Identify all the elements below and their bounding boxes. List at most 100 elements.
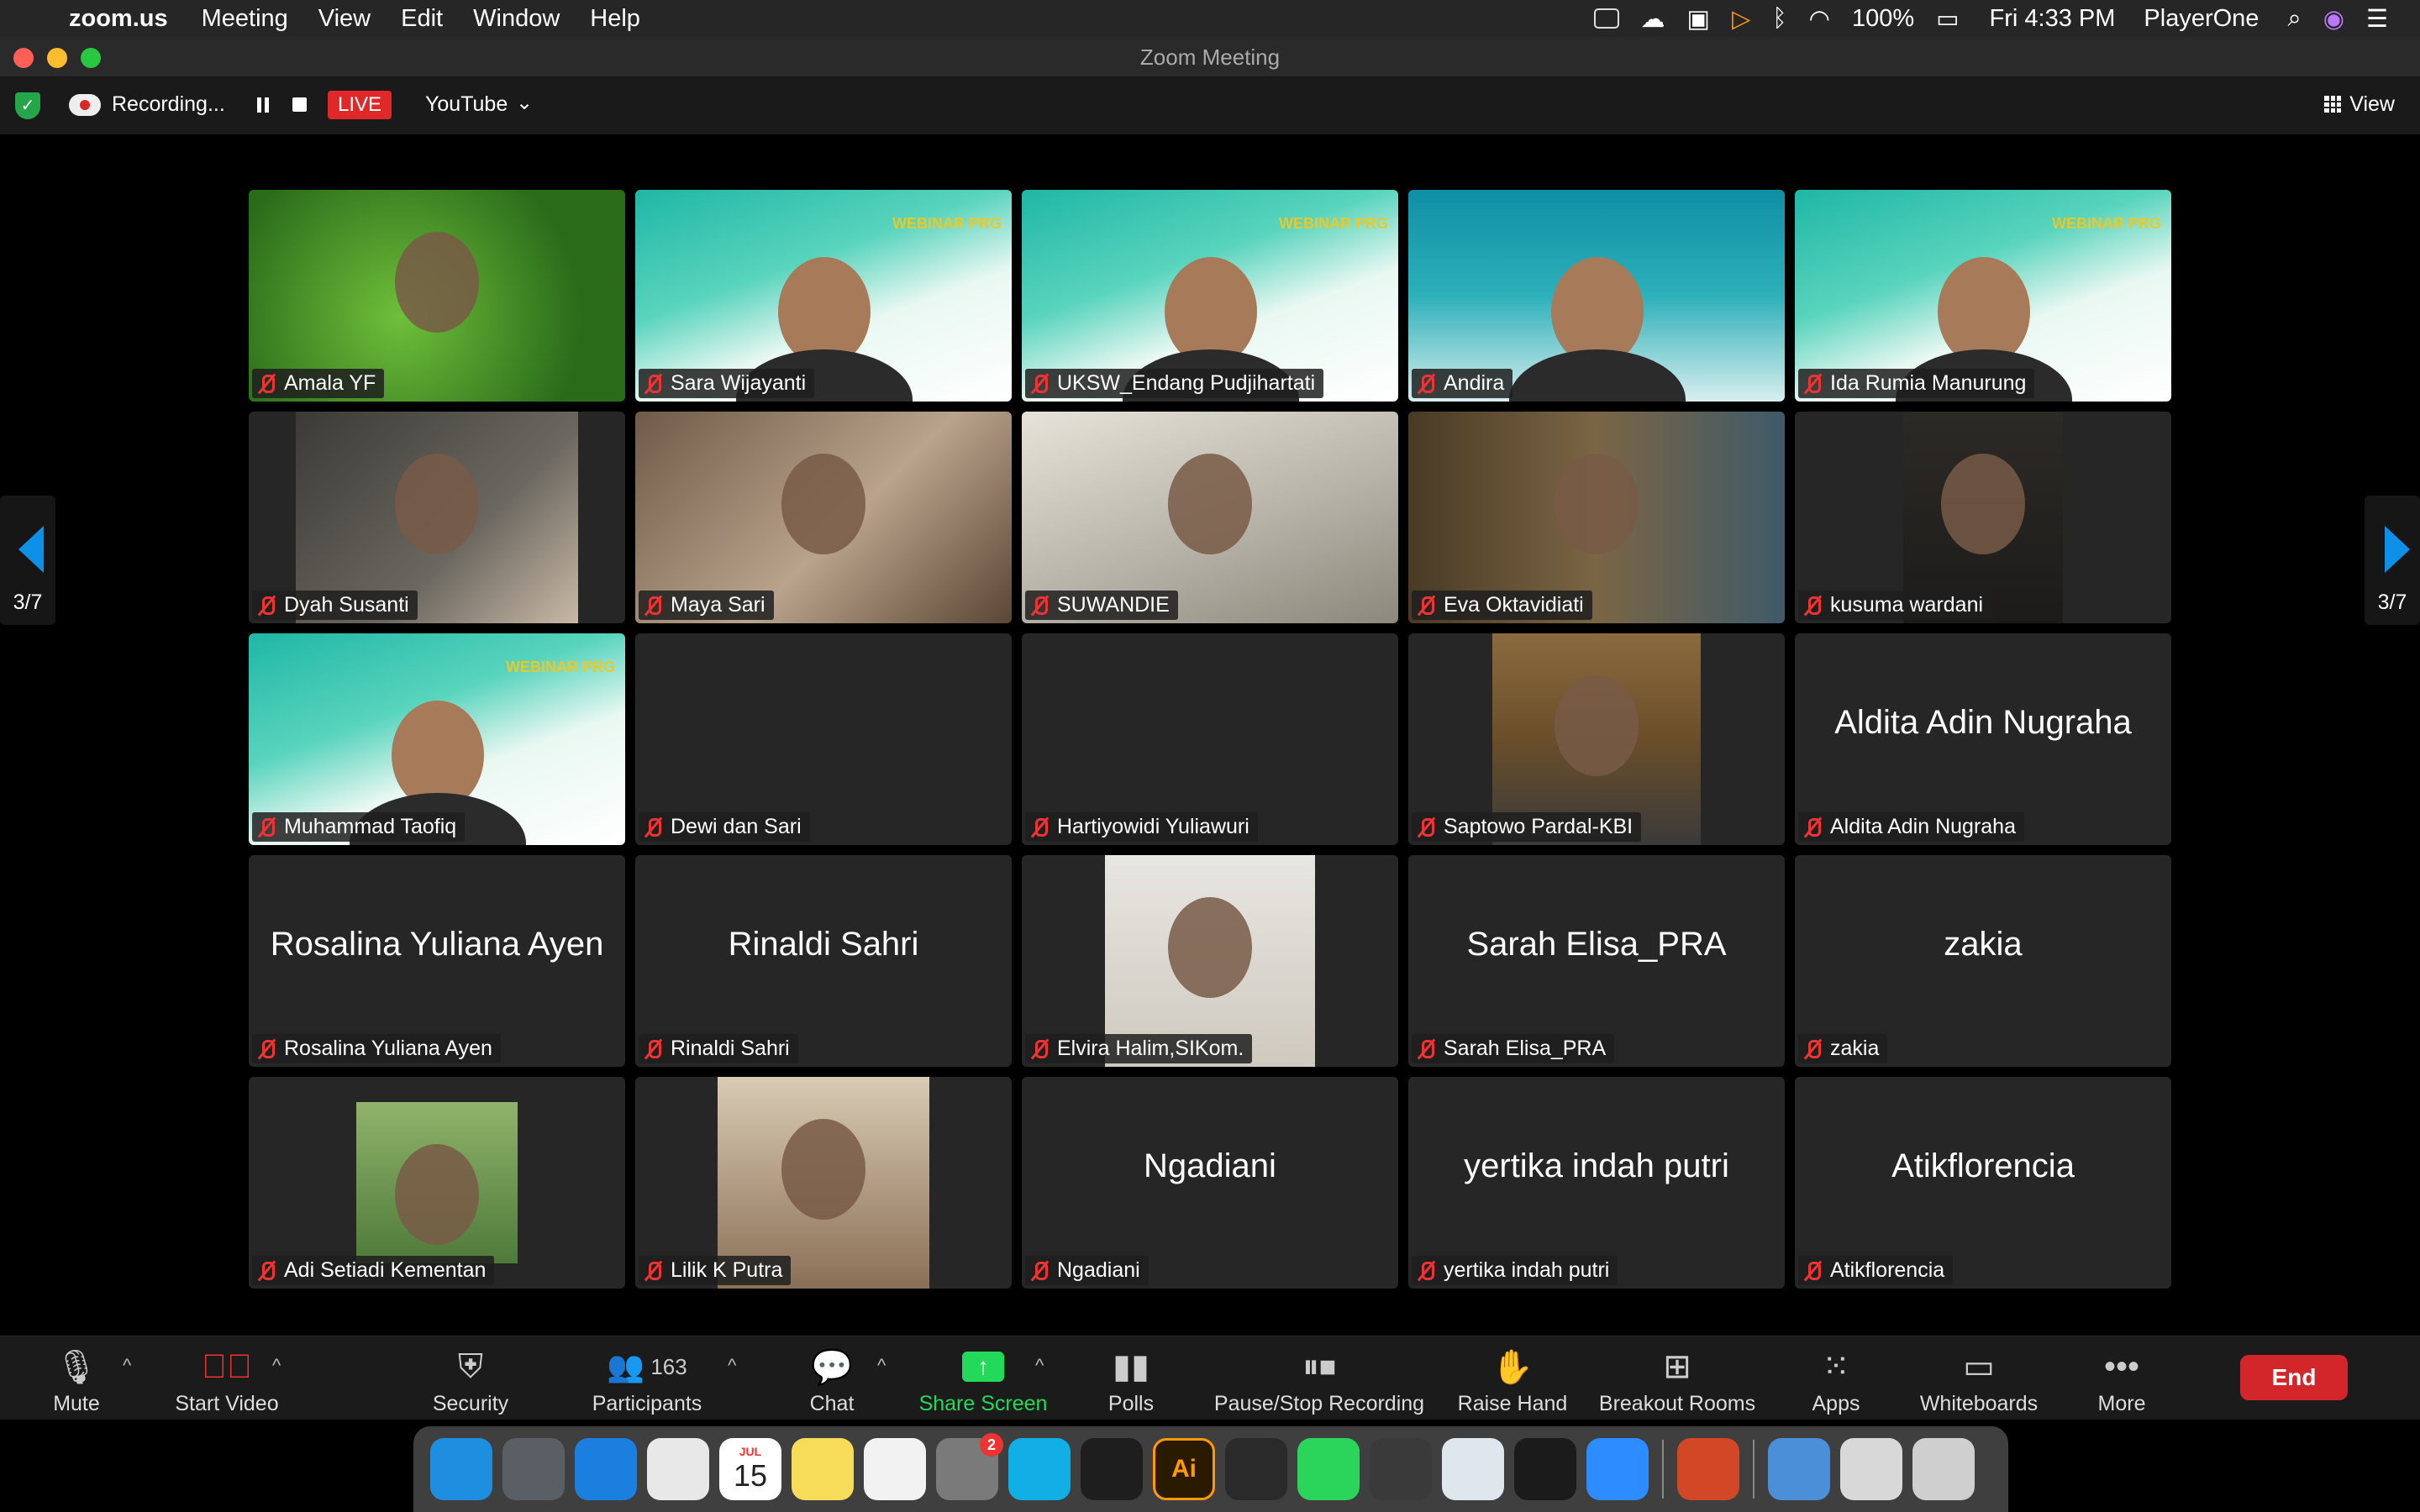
- dock-documents-icon[interactable]: [1840, 1438, 1902, 1500]
- more-button[interactable]: ••• More: [2092, 1347, 2151, 1416]
- participant-tile[interactable]: Sara Wijayanti: [635, 190, 1012, 402]
- participant-tile[interactable]: Adi Setiadi Kementan: [249, 1077, 625, 1289]
- participant-name: Dewi dan Sari: [671, 815, 802, 838]
- participant-tile[interactable]: Saptowo Pardal-KBI: [1408, 633, 1785, 845]
- participant-tile[interactable]: Lilik K Putra: [635, 1077, 1012, 1289]
- participant-tile[interactable]: Eva Oktavidiati: [1408, 412, 1785, 623]
- participants-button[interactable]: 👥 163 Participants: [588, 1347, 706, 1416]
- vlc-icon[interactable]: ▷: [1732, 4, 1750, 34]
- participant-nameplate: UKSW_Endang Pudjihartati: [1025, 369, 1324, 398]
- dock-screenshot-icon[interactable]: [1370, 1438, 1432, 1500]
- breakout-rooms-button[interactable]: ⊞ Breakout Rooms: [1597, 1347, 1758, 1416]
- dock-reminders-icon[interactable]: [864, 1438, 926, 1500]
- dock-skype-icon[interactable]: [1008, 1438, 1071, 1500]
- end-meeting-button[interactable]: End: [2240, 1355, 2348, 1400]
- pause-stop-recording-button[interactable]: ⏸⏹ Pause/Stop Recording: [1212, 1347, 1427, 1416]
- chat-options-caret-icon[interactable]: ^: [877, 1355, 886, 1377]
- encryption-shield-icon[interactable]: ✓: [15, 92, 40, 119]
- dock-chrome-icon[interactable]: [647, 1438, 709, 1500]
- share-options-caret-icon[interactable]: ^: [1035, 1355, 1044, 1377]
- menu-app-name[interactable]: zoom.us: [69, 5, 168, 33]
- participant-tile[interactable]: Dyah Susanti: [249, 412, 625, 623]
- participant-tile[interactable]: Hartiyowidi Yuliawuri: [1022, 633, 1398, 845]
- participant-tile[interactable]: Ngadiani Ngadiani: [1022, 1077, 1398, 1289]
- menu-window[interactable]: Window: [473, 5, 560, 33]
- mute-button[interactable]: 🎙 Mute: [47, 1347, 106, 1416]
- menu-help[interactable]: Help: [590, 5, 640, 33]
- security-button[interactable]: ⛨ Security: [429, 1347, 513, 1416]
- participant-tile[interactable]: Rosalina Yuliana Ayen Rosalina Yuliana Ay…: [249, 855, 625, 1067]
- control-center-icon[interactable]: ☰: [2366, 4, 2388, 34]
- participant-tile[interactable]: Andira: [1408, 190, 1785, 402]
- view-button[interactable]: View: [2324, 92, 2395, 117]
- meeting-topbar: ✓ Recording... LIVE YouTube ⌄ View: [0, 77, 2420, 134]
- dock-preview-icon[interactable]: [1442, 1438, 1504, 1500]
- whiteboards-button[interactable]: ▭ Whiteboards: [1914, 1347, 2044, 1416]
- menu-view[interactable]: View: [318, 5, 371, 33]
- breakout-grid-icon: ⊞: [1663, 1348, 1691, 1385]
- dock-notes-icon[interactable]: [792, 1438, 854, 1500]
- dock-trash-icon[interactable]: [1912, 1438, 1975, 1500]
- share-screen-button[interactable]: ↑ Share Screen: [916, 1347, 1050, 1416]
- chevron-down-icon[interactable]: ⌄: [516, 91, 533, 115]
- participant-tile[interactable]: SUWANDIE: [1022, 412, 1398, 623]
- muted-microphone-icon: [644, 816, 662, 838]
- zoom-status-icon[interactable]: [1593, 8, 1619, 29]
- pause-recording-icon[interactable]: [257, 97, 269, 113]
- menu-edit[interactable]: Edit: [401, 5, 443, 33]
- battery-percent[interactable]: 100%: [1852, 5, 1914, 33]
- participant-tile[interactable]: zakia zakia: [1795, 855, 2171, 1067]
- participant-tile[interactable]: Dewi dan Sari: [635, 633, 1012, 845]
- dock-illustrator-icon[interactable]: Ai: [1153, 1438, 1215, 1500]
- dock-finder-icon[interactable]: [430, 1438, 492, 1500]
- start-video-button[interactable]: ▶⃠ Start Video: [168, 1347, 286, 1416]
- spotlight-search-icon[interactable]: ⌕: [2287, 5, 2301, 33]
- participant-tile[interactable]: Muhammad Taofiq: [249, 633, 625, 845]
- notification-icon[interactable]: ▣: [1687, 4, 1710, 34]
- polls-button[interactable]: ▮▮ Polls: [1097, 1347, 1165, 1416]
- muted-microphone-icon: [1417, 373, 1435, 395]
- raise-hand-button[interactable]: ✋ Raise Hand: [1455, 1347, 1570, 1416]
- participant-silhouette: [1941, 454, 2025, 554]
- dock-zoom-icon[interactable]: [1586, 1438, 1649, 1500]
- participant-tile[interactable]: Elvira Halim,SIKom.: [1022, 855, 1398, 1067]
- participant-tile[interactable]: UKSW_Endang Pudjihartati: [1022, 190, 1398, 402]
- dock-safari-icon[interactable]: [575, 1438, 637, 1500]
- clock[interactable]: Fri 4:33 PM: [1990, 5, 2116, 33]
- stream-target-dropdown[interactable]: YouTube: [425, 92, 508, 117]
- battery-icon[interactable]: ▭: [1936, 4, 1959, 34]
- audio-options-caret-icon[interactable]: ^: [123, 1355, 131, 1377]
- participant-tile[interactable]: yertika indah putri yertika indah putri: [1408, 1077, 1785, 1289]
- menu-meeting[interactable]: Meeting: [202, 5, 288, 33]
- bluetooth-icon[interactable]: ᛒ: [1772, 5, 1786, 33]
- dock-figma-icon[interactable]: [1081, 1438, 1143, 1500]
- participant-tile[interactable]: Sarah Elisa_PRA Sarah Elisa_PRA: [1408, 855, 1785, 1067]
- participant-tile[interactable]: Aldita Adin Nugraha Aldita Adin Nugraha: [1795, 633, 2171, 845]
- dock-system-preferences-icon[interactable]: 2: [936, 1433, 1003, 1500]
- participant-tile[interactable]: Amala YF: [249, 190, 625, 402]
- previous-page-button[interactable]: 3/7: [0, 496, 55, 625]
- user-name[interactable]: PlayerOne: [2144, 5, 2259, 33]
- creative-cloud-icon[interactable]: ☁: [1641, 4, 1665, 34]
- participants-options-caret-icon[interactable]: ^: [728, 1355, 736, 1377]
- participant-tile[interactable]: Atikflorencia Atikflorencia: [1795, 1077, 2171, 1289]
- dock-quicktime-icon[interactable]: [1514, 1438, 1576, 1500]
- chat-button[interactable]: 💬 Chat: [798, 1347, 865, 1416]
- participant-tile[interactable]: kusuma wardani: [1795, 412, 2171, 623]
- participant-tile[interactable]: Rinaldi Sahri Rinaldi Sahri: [635, 855, 1012, 1067]
- video-options-caret-icon[interactable]: ^: [272, 1355, 281, 1377]
- muted-microphone-icon: [1803, 816, 1822, 838]
- dock-calendar-icon[interactable]: JUL 15: [719, 1438, 781, 1500]
- dock-powerpoint-icon[interactable]: [1677, 1438, 1739, 1500]
- dock-downloads-icon[interactable]: [1768, 1438, 1830, 1500]
- dock-instruments-icon[interactable]: [1225, 1438, 1287, 1500]
- dock-whatsapp-icon[interactable]: [1297, 1438, 1360, 1500]
- stop-recording-icon[interactable]: [292, 97, 307, 112]
- participant-tile[interactable]: Maya Sari: [635, 412, 1012, 623]
- apps-button[interactable]: ⁙ Apps: [1798, 1347, 1874, 1416]
- next-page-button[interactable]: 3/7: [2365, 496, 2420, 625]
- siri-icon[interactable]: ◉: [2323, 4, 2344, 34]
- dock-launchpad-icon[interactable]: [502, 1438, 565, 1500]
- participant-tile[interactable]: Ida Rumia Manurung: [1795, 190, 2171, 402]
- wifi-icon[interactable]: ◠: [1809, 4, 1830, 34]
